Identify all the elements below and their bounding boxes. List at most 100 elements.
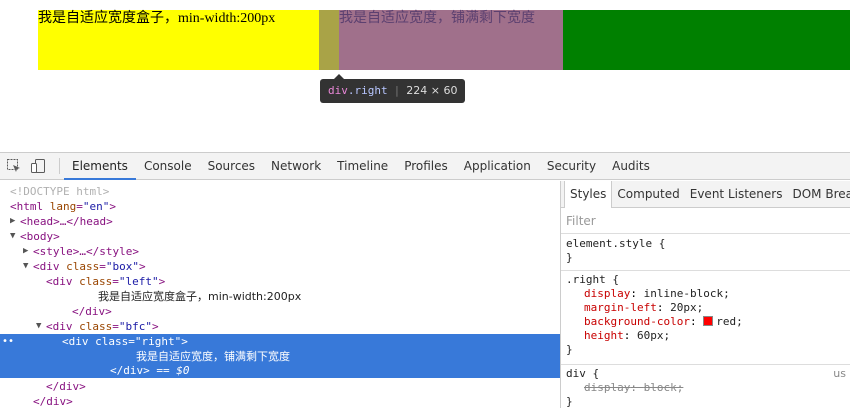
- equals: =: [76, 200, 83, 213]
- right-close-tag: </div>: [110, 364, 150, 377]
- color-swatch-icon[interactable]: [703, 316, 714, 326]
- box-attr: class: [66, 260, 100, 273]
- tag-end: >: [158, 275, 166, 288]
- rule-close-brace: }: [566, 395, 573, 408]
- css-prop-display-overridden[interactable]: display: block;: [566, 381, 845, 395]
- dom-node-left-text[interactable]: 我是自适应宽度盒子，min-width:200px: [0, 289, 560, 304]
- rule-origin: us: [833, 367, 846, 380]
- css-prop-height[interactable]: height: 60px;: [566, 329, 845, 343]
- subtab-event-listeners[interactable]: Event Listeners: [685, 181, 788, 208]
- tab-timeline[interactable]: Timeline: [329, 153, 396, 180]
- tag-end: >: [152, 320, 159, 333]
- element-style-rule[interactable]: element.style { }: [561, 235, 850, 271]
- expand-triangle-icon[interactable]: ▶: [10, 214, 18, 229]
- dom-node-left-close[interactable]: </div>: [0, 304, 560, 319]
- dom-node-doctype[interactable]: <!DOCTYPE html>: [0, 184, 560, 199]
- devtools-toolbar: Elements Console Sources Network Timelin…: [0, 153, 850, 180]
- element-style-selector: element.style {: [566, 237, 666, 250]
- prop-name: display: [584, 381, 631, 394]
- box-close-tag: </div>: [33, 395, 73, 408]
- subtab-dom-breakpoints[interactable]: DOM Breakpoints: [787, 181, 850, 208]
- expand-triangle-icon[interactable]: ▶: [23, 244, 31, 259]
- styles-filter-input[interactable]: Filter: [561, 208, 850, 234]
- selected-node-marker: ••: [2, 336, 15, 347]
- right-box-highlight: 我是自适应宽度，铺满剩下宽度: [339, 10, 563, 70]
- inspect-icon[interactable]: [6, 158, 22, 174]
- prop-value: block;: [643, 381, 684, 394]
- right-class-rule[interactable]: .right { display: inline-block; margin-l…: [561, 271, 850, 365]
- right-text-node: 我是自适应宽度，铺满剩下宽度: [136, 350, 290, 363]
- right-box-text: 我是自适应宽度，铺满剩下宽度: [339, 11, 535, 26]
- devtools-panel: Elements Console Sources Network Timelin…: [0, 152, 850, 408]
- tooltip-class: .right: [347, 84, 388, 97]
- left-box: 我是自适应宽度盒子，min-width:200px: [38, 10, 319, 70]
- dom-node-left[interactable]: <div class="left">: [0, 274, 560, 289]
- tag-end: >: [181, 335, 188, 348]
- left-tag: <div: [46, 275, 73, 288]
- sidebar-tabs: Styles Computed Event Listeners DOM Brea…: [561, 181, 850, 208]
- left-attr: class: [79, 275, 113, 288]
- box-container: 我是自适应宽度盒子，min-width:200px 我是自适应宽度，铺满剩下宽度: [38, 10, 850, 70]
- dom-node-head[interactable]: ▶ <head>…</head>: [0, 214, 560, 229]
- left-tag-line: <div class="left">: [46, 274, 165, 289]
- styles-sidebar: Styles Computed Event Listeners DOM Brea…: [561, 181, 850, 408]
- css-prop-margin-left[interactable]: margin-left: 20px;: [566, 301, 845, 315]
- html-tag-line: <html lang="en">: [10, 199, 116, 214]
- prop-name: display: [584, 287, 631, 300]
- tab-network[interactable]: Network: [263, 153, 329, 180]
- collapse-triangle-icon[interactable]: ▼: [23, 259, 31, 274]
- tab-application[interactable]: Application: [456, 153, 539, 180]
- margin-highlight: [319, 10, 339, 70]
- right-attr: class: [95, 335, 129, 348]
- html-attr-value: "en": [82, 200, 110, 213]
- head-tag: <head>…</head>: [20, 215, 113, 228]
- tag-end: >: [109, 200, 116, 213]
- dom-node-style[interactable]: ▶ <style>…</style>: [0, 244, 560, 259]
- prop-value: 60px;: [637, 329, 671, 342]
- dom-node-bfc[interactable]: ▼ <div class="bfc">: [0, 319, 560, 334]
- tab-sources[interactable]: Sources: [200, 153, 263, 180]
- style-tag: <style>…</style>: [33, 245, 139, 258]
- box-tag: <div: [33, 260, 60, 273]
- bfc-attr: class: [79, 320, 113, 333]
- tag-end: >: [139, 260, 146, 273]
- collapse-triangle-icon[interactable]: ▼: [36, 319, 44, 334]
- left-text-node: 我是自适应宽度盒子，min-width:200px: [98, 290, 302, 303]
- prop-name: background-color: [584, 315, 690, 328]
- box-tag-line: <div class="box">: [33, 259, 146, 274]
- right-rule-selector: .right {: [566, 273, 619, 286]
- dom-node-right-selected[interactable]: •• <div class="right"> 我是自适应宽度，铺满剩下宽度 </…: [0, 334, 560, 378]
- dom-node-bfc-close[interactable]: </div>: [0, 379, 560, 394]
- tab-security[interactable]: Security: [539, 153, 604, 180]
- html-tag: <html: [10, 200, 44, 213]
- dom-node-html[interactable]: <html lang="en">: [0, 199, 560, 214]
- html-attr: lang: [49, 200, 77, 213]
- collapse-triangle-icon[interactable]: ▼: [10, 229, 18, 244]
- tab-audits[interactable]: Audits: [604, 153, 658, 180]
- elements-dom-tree: <!DOCTYPE html> <html lang="en"> ▶ <head…: [0, 181, 560, 408]
- subtab-styles[interactable]: Styles: [564, 181, 613, 208]
- tab-profiles[interactable]: Profiles: [396, 153, 456, 180]
- dom-node-box-close[interactable]: </div>: [0, 394, 560, 408]
- rule-close-brace: }: [566, 343, 573, 356]
- prop-value: red;: [716, 315, 743, 328]
- dom-node-box[interactable]: ▼ <div class="box">: [0, 259, 560, 274]
- tooltip-tag: div: [328, 84, 348, 97]
- right-close-line: </div> == $0: [110, 363, 190, 378]
- device-mode-icon[interactable]: [30, 158, 46, 174]
- bfc-tag: <div: [46, 320, 73, 333]
- tooltip-separator: |: [393, 84, 401, 97]
- css-prop-background-color[interactable]: background-color: red;: [566, 315, 845, 329]
- equals: =: [112, 320, 119, 333]
- subtab-computed[interactable]: Computed: [612, 181, 684, 208]
- left-attr-value: "left": [118, 275, 159, 288]
- bfc-close-tag: </div>: [46, 380, 86, 393]
- css-prop-display[interactable]: display: inline-block;: [566, 287, 845, 301]
- prop-colon: :: [630, 381, 644, 394]
- tab-console[interactable]: Console: [136, 153, 200, 180]
- div-ua-rule[interactable]: us div { display: block; }: [561, 365, 850, 408]
- dom-node-body[interactable]: ▼ <body>: [0, 229, 560, 244]
- tab-elements[interactable]: Elements: [64, 153, 136, 180]
- prop-value: inline-block;: [643, 287, 730, 300]
- element-tooltip: div .right | 224 × 60: [320, 74, 466, 103]
